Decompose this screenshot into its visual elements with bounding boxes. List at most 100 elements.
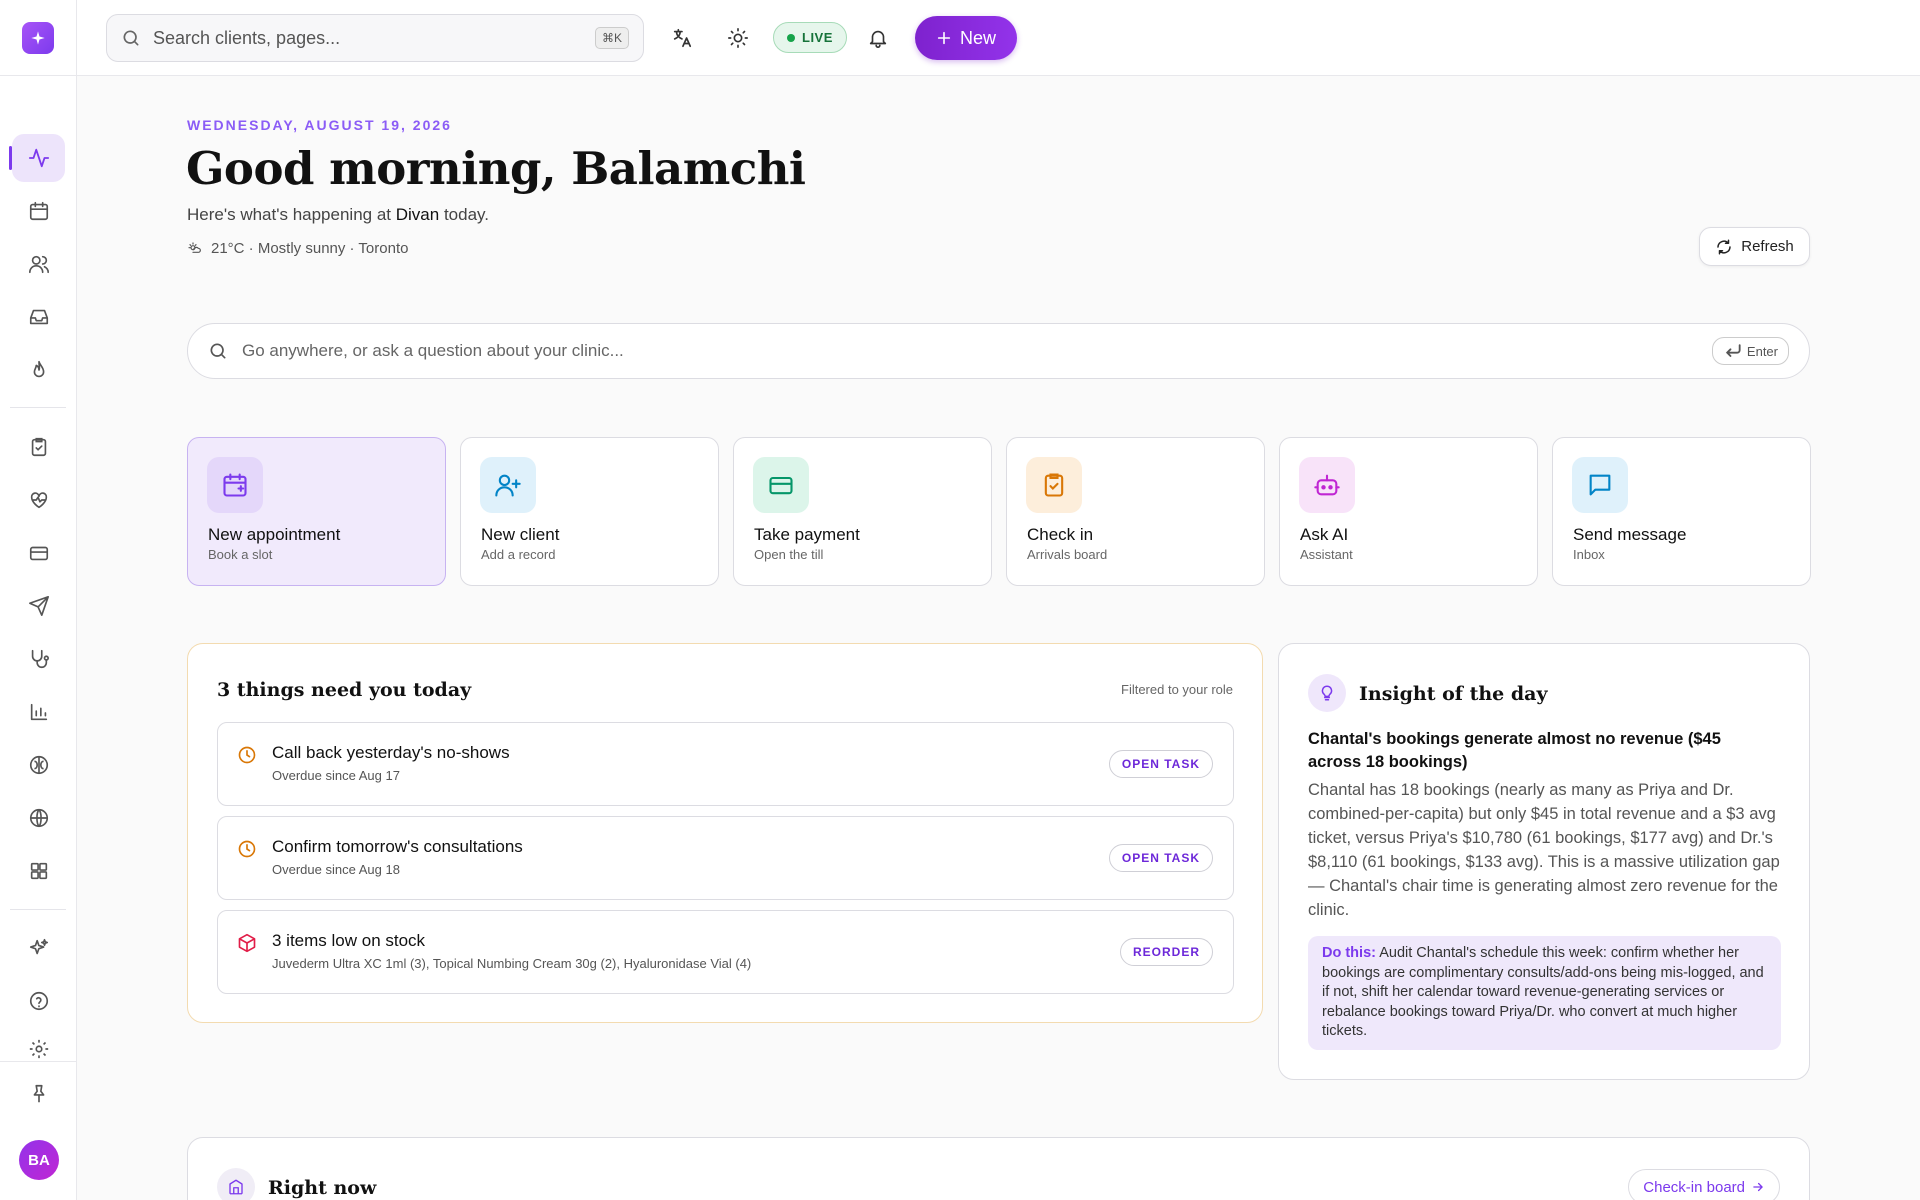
pin-icon xyxy=(33,1084,44,1103)
current-date: WEDNESDAY, AUGUST 19, 2026 xyxy=(187,117,452,133)
sidebar-divider xyxy=(10,909,66,910)
sidebar: BA xyxy=(0,0,77,1200)
top-search[interactable]: ⌘K xyxy=(106,14,644,62)
sidebar-divider xyxy=(0,1061,77,1062)
clipboard-check-icon xyxy=(31,437,46,457)
package-icon xyxy=(238,933,256,953)
search-shortcut: ⌘K xyxy=(594,27,629,49)
plus-icon xyxy=(937,31,951,45)
search-icon xyxy=(123,30,139,46)
task-item[interactable]: Confirm tomorrow's consultations Overdue… xyxy=(217,816,1234,900)
recommendation-text: Audit Chantal's schedule this week: conf… xyxy=(1322,945,1764,1039)
subtitle-prefix: Here's what's happening at xyxy=(187,205,392,224)
message-icon xyxy=(1589,474,1611,496)
sidebar-pin-button[interactable] xyxy=(12,1070,65,1118)
right-now-title: Right now xyxy=(268,1177,377,1199)
command-bar[interactable]: Enter xyxy=(187,323,1810,379)
page-title: Good morning, Balamchi xyxy=(186,142,806,195)
action-title: Ask AI xyxy=(1300,525,1349,544)
app-logo[interactable] xyxy=(22,22,54,54)
sidebar-item-clinical[interactable] xyxy=(12,635,65,683)
check-in-board-button[interactable]: Check-in board xyxy=(1628,1169,1780,1200)
sidebar-item-inbox[interactable] xyxy=(12,293,65,341)
sidebar-item-campaigns[interactable] xyxy=(12,582,65,630)
action-icon-wrap xyxy=(753,457,809,513)
task-item[interactable]: 3 items low on stock Juvederm Ultra XC 1… xyxy=(217,910,1234,994)
action-new-client[interactable]: New client Add a record xyxy=(460,437,719,586)
sidebar-item-hot[interactable] xyxy=(12,346,65,394)
task-subtitle: Overdue since Aug 18 xyxy=(272,862,400,877)
sidebar-divider xyxy=(10,407,66,408)
sidebar-item-ai[interactable] xyxy=(12,741,65,789)
search-input[interactable] xyxy=(153,27,595,49)
sidebar-item-payments[interactable] xyxy=(12,529,65,577)
translate-button[interactable] xyxy=(668,24,696,52)
sidebar-item-reports[interactable] xyxy=(12,688,65,736)
lightbulb-icon xyxy=(1321,685,1333,701)
action-send-message[interactable]: Send message Inbox xyxy=(1552,437,1811,586)
insight-body: Chantal has 18 bookings (nearly as many … xyxy=(1308,781,1780,919)
topbar: ⌘K LIVE New xyxy=(77,0,1920,76)
sidebar-item-settings[interactable] xyxy=(12,1030,65,1060)
command-input[interactable] xyxy=(242,341,1712,361)
translate-icon xyxy=(673,28,692,48)
action-icon-wrap xyxy=(207,457,263,513)
right-now-panel: Right now Check-in board xyxy=(187,1137,1810,1200)
sidebar-item-activity[interactable] xyxy=(9,134,65,182)
sidebar-item-apps[interactable] xyxy=(12,847,65,895)
sidebar-item-help[interactable] xyxy=(12,977,65,1025)
notifications-button[interactable] xyxy=(864,24,892,52)
lightbulb-icon-wrap xyxy=(1308,674,1346,712)
theme-toggle[interactable] xyxy=(724,24,752,52)
clock-icon xyxy=(238,746,256,764)
arrow-right-icon xyxy=(1753,1182,1763,1192)
sidebar-item-clients[interactable] xyxy=(12,240,65,288)
sparkles-icon xyxy=(29,938,48,955)
task-subtitle: Juvederm Ultra XC 1ml (3), Topical Numbi… xyxy=(272,956,752,971)
open-task-button[interactable]: OPEN TASK xyxy=(1108,844,1213,872)
sidebar-item-website[interactable] xyxy=(12,794,65,842)
sidebar-item-health[interactable] xyxy=(12,476,65,524)
action-icon-wrap xyxy=(480,457,536,513)
grid-icon xyxy=(30,862,47,880)
avatar[interactable]: BA xyxy=(19,1140,59,1180)
task-title: Call back yesterday's no-shows xyxy=(272,743,510,762)
credit-card-icon xyxy=(769,476,793,495)
stethoscope-icon xyxy=(31,649,49,669)
enter-icon xyxy=(1725,344,1741,357)
action-new-appointment[interactable]: New appointment Book a slot xyxy=(187,437,446,586)
globe-icon xyxy=(29,808,48,828)
activity-icon xyxy=(28,148,49,168)
brain-icon xyxy=(29,755,48,775)
action-subtitle: Open the till xyxy=(754,547,824,562)
weather-icon xyxy=(188,241,201,253)
action-ask-ai[interactable]: Ask AI Assistant xyxy=(1279,437,1538,586)
task-subtitle: Overdue since Aug 17 xyxy=(272,768,400,783)
new-button-label: New xyxy=(959,27,996,48)
building-icon xyxy=(229,1179,243,1195)
live-label: LIVE xyxy=(802,30,833,45)
bot-icon xyxy=(1314,474,1340,496)
insight-panel: Insight of the day Chantal's bookings ge… xyxy=(1278,643,1810,1080)
task-title: Confirm tomorrow's consultations xyxy=(272,837,523,856)
live-status-badge[interactable]: LIVE xyxy=(773,22,847,53)
action-take-payment[interactable]: Take payment Open the till xyxy=(733,437,992,586)
building-icon-wrap xyxy=(217,1168,255,1200)
enter-hint: Enter xyxy=(1711,337,1789,365)
weather-text: 21°C · Mostly sunny · Toronto xyxy=(211,240,409,257)
sparkle-icon xyxy=(31,31,45,45)
task-item[interactable]: Call back yesterday's no-shows Overdue s… xyxy=(217,722,1234,806)
reorder-button[interactable]: REORDER xyxy=(1119,938,1213,966)
sidebar-item-calendar[interactable] xyxy=(12,187,65,235)
sun-icon xyxy=(728,28,748,48)
tasks-panel: 3 things need you today Filtered to your… xyxy=(187,643,1263,1023)
action-title: Send message xyxy=(1573,525,1687,544)
open-task-button[interactable]: OPEN TASK xyxy=(1108,750,1213,778)
enter-label: Enter xyxy=(1746,343,1778,359)
refresh-button[interactable]: Refresh xyxy=(1699,227,1810,266)
sidebar-item-whats-new[interactable] xyxy=(12,924,65,972)
insight-title: Insight of the day xyxy=(1359,683,1548,705)
new-button[interactable]: New xyxy=(915,16,1017,60)
action-check-in[interactable]: Check in Arrivals board xyxy=(1006,437,1265,586)
sidebar-item-tasks[interactable] xyxy=(12,423,65,471)
